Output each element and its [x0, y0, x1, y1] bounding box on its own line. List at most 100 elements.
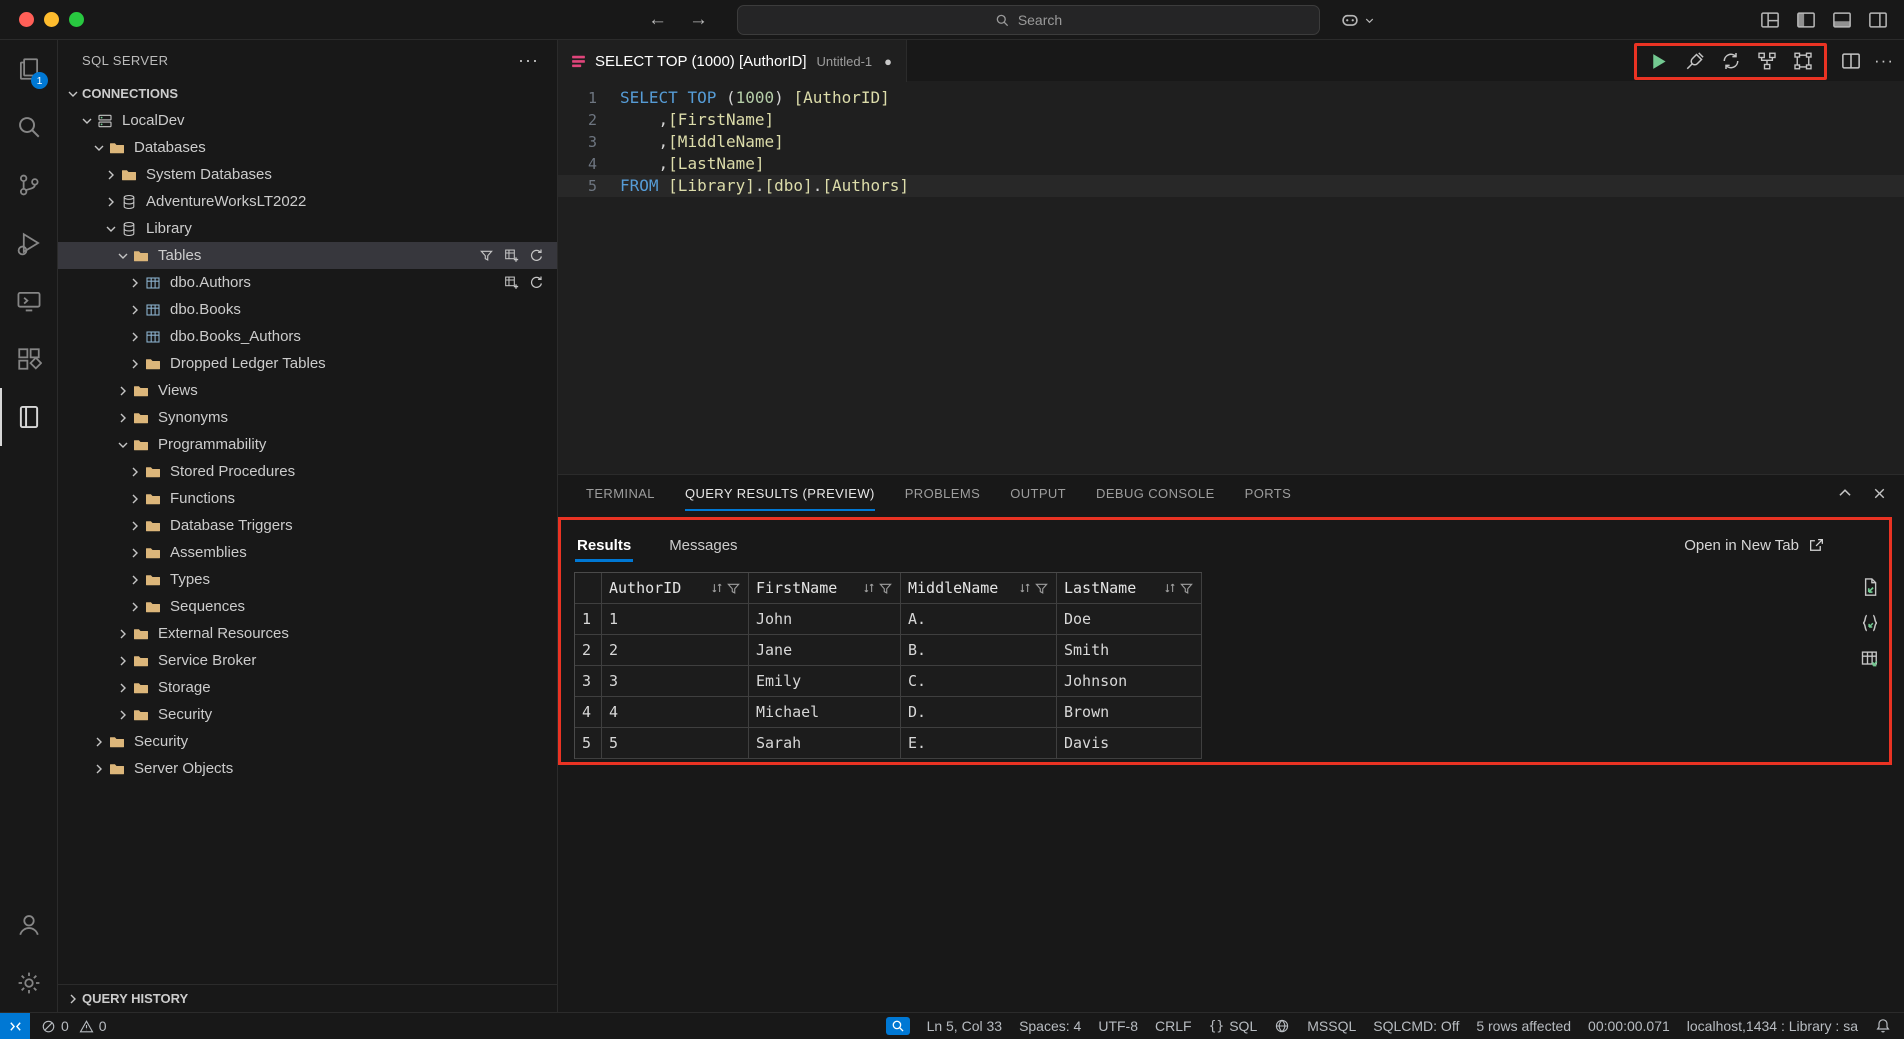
- grid-cell[interactable]: Sarah: [749, 728, 901, 759]
- chevron-down-icon[interactable]: [102, 221, 120, 237]
- code-line-3[interactable]: 3 ,[MiddleName]: [558, 131, 1904, 153]
- copilot-menu[interactable]: [1340, 6, 1376, 34]
- grid-corner-cell[interactable]: [575, 573, 602, 604]
- forward-icon[interactable]: →: [689, 9, 708, 31]
- command-center-search[interactable]: Search: [737, 5, 1320, 35]
- grid-cell[interactable]: Michael: [749, 697, 901, 728]
- chevron-right-icon[interactable]: [126, 599, 144, 615]
- run-debug-icon[interactable]: [0, 214, 57, 272]
- eol-status[interactable]: CRLF: [1155, 1018, 1192, 1034]
- chevron-right-icon[interactable]: [114, 680, 132, 696]
- tab-terminal[interactable]: TERMINAL: [586, 475, 655, 511]
- results-tab[interactable]: Results: [577, 537, 631, 554]
- tree-item-stored-procedures[interactable]: Stored Procedures: [58, 458, 557, 485]
- chevron-down-icon[interactable]: [78, 113, 96, 129]
- settings-gear-icon[interactable]: [0, 954, 57, 1012]
- chevron-right-icon[interactable]: [90, 734, 108, 750]
- filter-icon[interactable]: [1034, 581, 1049, 596]
- code-line-4[interactable]: 4 ,[LastName]: [558, 153, 1904, 175]
- chevron-right-icon[interactable]: [114, 383, 132, 399]
- chevron-right-icon[interactable]: [102, 167, 120, 183]
- tree-item-database-triggers[interactable]: Database Triggers: [58, 512, 557, 539]
- indentation-status[interactable]: Spaces: 4: [1019, 1018, 1081, 1034]
- sort-icon[interactable]: [1018, 581, 1032, 595]
- chevron-right-icon[interactable]: [114, 626, 132, 642]
- tab-problems[interactable]: PROBLEMS: [905, 475, 980, 511]
- tree-item-localdev[interactable]: LocalDev: [58, 107, 557, 134]
- toggle-secondary-sidebar-icon[interactable]: [1867, 10, 1888, 31]
- refresh-icon[interactable]: [528, 248, 544, 264]
- grid-cell[interactable]: Davis: [1057, 728, 1202, 759]
- chevron-right-icon[interactable]: [126, 464, 144, 480]
- messages-tab[interactable]: Messages: [669, 537, 737, 554]
- toggle-primary-sidebar-icon[interactable]: [1795, 10, 1816, 31]
- grid-cell[interactable]: Smith: [1057, 635, 1202, 666]
- chevron-down-icon[interactable]: [90, 140, 108, 156]
- actual-plan-icon[interactable]: [1792, 51, 1813, 72]
- back-icon[interactable]: ←: [648, 9, 667, 31]
- grid-cell[interactable]: 3: [602, 666, 749, 697]
- editor-more-actions-icon[interactable]: ···: [1874, 51, 1894, 71]
- toggle-panel-icon[interactable]: [1831, 10, 1852, 31]
- grid-cell[interactable]: D.: [901, 697, 1057, 728]
- customize-layout-icon[interactable]: [1759, 10, 1780, 31]
- tree-item-dbo-books[interactable]: dbo.Books: [58, 296, 557, 323]
- chevron-right-icon[interactable]: [126, 545, 144, 561]
- grid-column-header-lastname[interactable]: LastName: [1057, 573, 1202, 604]
- tree-item-external-resources[interactable]: External Resources: [58, 620, 557, 647]
- connection-status[interactable]: localhost,1434 : Library : sa: [1687, 1018, 1858, 1034]
- row-number-cell[interactable]: 1: [575, 604, 602, 635]
- save-as-excel-icon[interactable]: [1859, 648, 1880, 669]
- notifications-bell-icon[interactable]: [1875, 1018, 1891, 1034]
- grid-cell[interactable]: John: [749, 604, 901, 635]
- save-as-csv-icon[interactable]: [1859, 576, 1880, 597]
- editor-tab[interactable]: SELECT TOP (1000) [AuthorID] Untitled-1 …: [558, 40, 907, 82]
- tree-item-programmability[interactable]: Programmability: [58, 431, 557, 458]
- filter-icon[interactable]: [726, 581, 741, 596]
- tree-item-dropped-ledger-tables[interactable]: Dropped Ledger Tables: [58, 350, 557, 377]
- grid-column-header-middlename[interactable]: MiddleName: [901, 573, 1057, 604]
- tree-item-databases[interactable]: Databases: [58, 134, 557, 161]
- grid-cell[interactable]: Doe: [1057, 604, 1202, 635]
- tscript-icon[interactable]: [503, 248, 519, 264]
- chevron-right-icon[interactable]: [114, 653, 132, 669]
- filter-icon[interactable]: [1179, 581, 1194, 596]
- chevron-right-icon[interactable]: [114, 707, 132, 723]
- tree-item-synonyms[interactable]: Synonyms: [58, 404, 557, 431]
- grid-cell[interactable]: C.: [901, 666, 1057, 697]
- zoom-status[interactable]: [886, 1017, 910, 1035]
- tree-item-library[interactable]: Library: [58, 215, 557, 242]
- tree-item-service-broker[interactable]: Service Broker: [58, 647, 557, 674]
- chevron-right-icon[interactable]: [102, 194, 120, 210]
- tree-item-security[interactable]: Security: [58, 728, 557, 755]
- explorer-icon[interactable]: 1: [0, 40, 57, 98]
- grid-cell[interactable]: 5: [602, 728, 749, 759]
- split-editor-icon[interactable]: [1840, 51, 1861, 72]
- more-actions-icon[interactable]: ···: [518, 50, 539, 71]
- search-view-icon[interactable]: [0, 98, 57, 156]
- chevron-right-icon[interactable]: [90, 761, 108, 777]
- row-number-cell[interactable]: 3: [575, 666, 602, 697]
- accounts-icon[interactable]: [0, 896, 57, 954]
- tree-item-tables[interactable]: Tables: [58, 242, 557, 269]
- language-status-icon[interactable]: [1274, 1018, 1290, 1034]
- tree-item-dbo-books-authors[interactable]: dbo.Books_Authors: [58, 323, 557, 350]
- minimize-window-button[interactable]: [44, 12, 59, 27]
- chevron-right-icon[interactable]: [126, 572, 144, 588]
- sqlcmd-status[interactable]: SQLCMD: Off: [1373, 1018, 1459, 1034]
- row-number-cell[interactable]: 2: [575, 635, 602, 666]
- maximize-window-button[interactable]: [69, 12, 84, 27]
- chevron-right-icon[interactable]: [114, 410, 132, 426]
- tab-ports[interactable]: PORTS: [1245, 475, 1292, 511]
- tree-item-assemblies[interactable]: Assemblies: [58, 539, 557, 566]
- code-line-2[interactable]: 2 ,[FirstName]: [558, 109, 1904, 131]
- encoding-status[interactable]: UTF-8: [1098, 1018, 1138, 1034]
- tree-item-types[interactable]: Types: [58, 566, 557, 593]
- grid-column-header-firstname[interactable]: FirstName: [749, 573, 901, 604]
- cursor-position-status[interactable]: Ln 5, Col 33: [927, 1018, 1003, 1034]
- remote-indicator[interactable]: [0, 1013, 30, 1039]
- grid-column-header-authorid[interactable]: AuthorID: [602, 573, 749, 604]
- grid-cell[interactable]: Emily: [749, 666, 901, 697]
- change-connection-icon[interactable]: [1720, 51, 1741, 72]
- tree-item-security[interactable]: Security: [58, 701, 557, 728]
